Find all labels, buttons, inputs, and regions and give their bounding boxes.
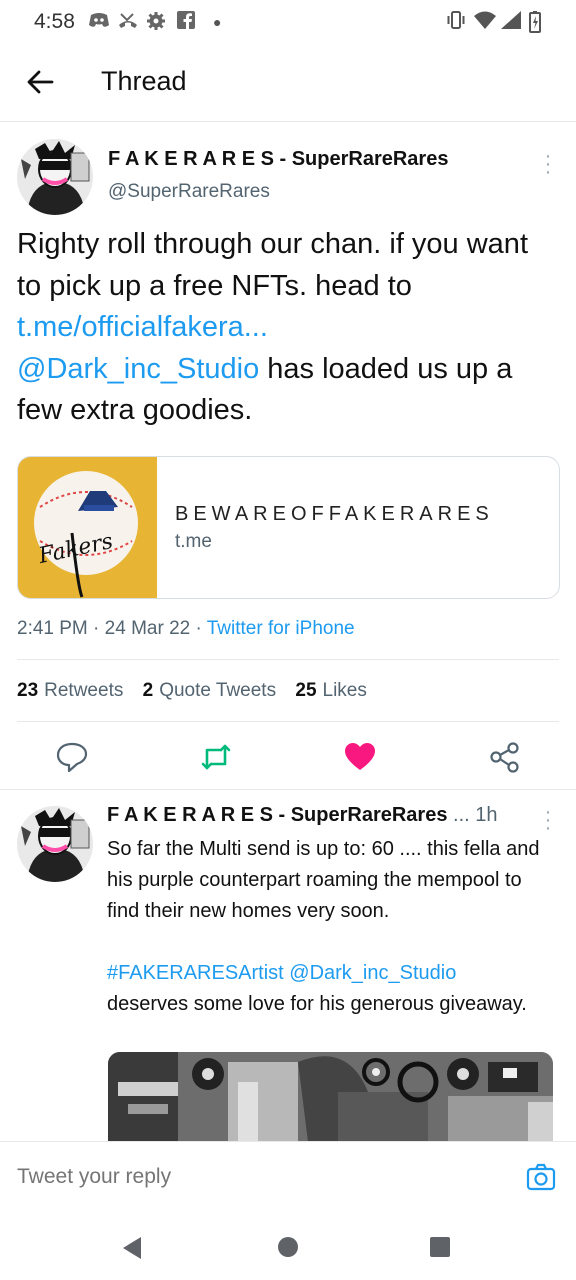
link-card-title: BEWAREOFFAKERARES — [175, 503, 494, 525]
facebook-icon — [177, 11, 195, 35]
status-bar: 4:58 ● — [0, 0, 576, 44]
nav-back-button[interactable] — [120, 1235, 144, 1266]
tweet-text: Righty roll through our chan. if you wan… — [17, 224, 557, 432]
reply-header: F A K E R A R E S - SuperRareRares ... 1… — [107, 804, 498, 827]
system-nav-bar — [0, 1206, 576, 1280]
reply-avatar[interactable] — [17, 806, 93, 882]
reply-text-part1: So far the Multi send is up to: 60 .... … — [107, 838, 540, 922]
quote-tweets-stat[interactable]: 2 Quote Tweets — [143, 680, 276, 701]
camera-icon — [526, 1163, 556, 1191]
reply-handle-truncated: ... — [453, 804, 470, 826]
battery-icon — [529, 11, 541, 39]
likes-label: Likes — [322, 680, 367, 701]
avatar-image — [17, 139, 93, 215]
share-icon — [490, 742, 519, 773]
tweet-source[interactable]: Twitter for iPhone — [207, 618, 355, 639]
more-options-icon[interactable]: · · · — [542, 146, 554, 182]
header-divider — [0, 121, 576, 122]
reply-avatar-image — [17, 806, 93, 882]
reply-icon — [56, 742, 88, 773]
meta-divider — [17, 659, 559, 660]
dot-icon: ● — [213, 14, 222, 30]
reply-time: 1h — [475, 804, 498, 826]
link-card[interactable]: Fakers BEWAREOFFAKERARES t.me — [17, 456, 560, 599]
tweet-date: 24 Mar 22 — [104, 618, 191, 639]
signal-icon — [501, 11, 521, 35]
tweet-author-name[interactable]: F A K E R A R E S - SuperRareRares — [108, 148, 448, 171]
like-button[interactable] — [343, 740, 377, 774]
reply-more-options-icon[interactable]: · · · — [542, 802, 554, 838]
tweet-link[interactable]: t.me/officialfakera... — [17, 311, 268, 343]
nav-back-icon — [123, 1237, 141, 1259]
back-arrow-icon — [27, 70, 54, 94]
settings-icon — [146, 11, 166, 37]
status-time: 4:58 — [34, 10, 75, 33]
actions-divider — [0, 789, 576, 790]
vibrate-icon — [446, 11, 466, 35]
link-card-image: Fakers — [18, 457, 157, 598]
reply-hashtag[interactable]: #FAKERARESArtist — [107, 962, 284, 984]
quote-tweets-count: 2 — [142, 680, 154, 701]
nav-home-button[interactable] — [277, 1236, 299, 1263]
likes-count: 25 — [295, 680, 317, 701]
reply-text: So far the Multi send is up to: 60 .... … — [107, 834, 557, 1020]
retweet-icon — [201, 744, 231, 770]
stats-divider — [17, 721, 559, 722]
reply-text-part2: deserves some love for his generous give… — [107, 993, 527, 1015]
tweet-stats: 23 Retweets 2 Quote Tweets 25 Likes — [17, 680, 367, 702]
share-button[interactable] — [488, 740, 522, 774]
nav-recents-button[interactable] — [429, 1236, 451, 1263]
reply-media-image[interactable] — [108, 1052, 553, 1142]
avatar[interactable] — [17, 139, 93, 215]
page-title: Thread — [101, 66, 187, 96]
missed-call-icon — [117, 11, 139, 37]
retweets-label: Retweets — [44, 680, 124, 701]
reply-input[interactable] — [17, 1165, 497, 1189]
retweet-button[interactable] — [199, 740, 233, 774]
retweets-count: 23 — [17, 680, 39, 701]
tweet-author-handle[interactable]: @SuperRareRares — [108, 181, 270, 203]
wifi-icon — [474, 11, 496, 35]
reply-button[interactable] — [55, 740, 89, 774]
quote-tweets-label: Quote Tweets — [159, 680, 277, 701]
reply-mention[interactable]: @Dark_inc_Studio — [289, 962, 456, 984]
tweet-meta: 2:41 PM · 24 Mar 22 · Twitter for iPhone — [17, 618, 355, 640]
tweet-time: 2:41 PM — [17, 618, 88, 639]
reply-author-name[interactable]: F A K E R A R E S - SuperRareRares — [107, 804, 447, 826]
nav-home-icon — [278, 1237, 298, 1257]
back-button[interactable] — [24, 64, 56, 100]
heart-icon — [345, 743, 375, 770]
meta-separator-2: · — [190, 618, 207, 639]
meta-separator-1: · — [87, 618, 105, 639]
tweet-mention[interactable]: @Dark_inc_Studio — [17, 353, 259, 385]
tweet-text-part1: Righty roll through our chan. if you wan… — [17, 228, 528, 302]
discord-icon — [88, 11, 110, 35]
camera-button[interactable] — [526, 1162, 556, 1197]
retweets-stat[interactable]: 23 Retweets — [17, 680, 123, 701]
link-card-domain: t.me — [175, 531, 212, 552]
nav-recents-icon — [430, 1237, 450, 1257]
likes-stat[interactable]: 25 Likes — [295, 680, 367, 701]
